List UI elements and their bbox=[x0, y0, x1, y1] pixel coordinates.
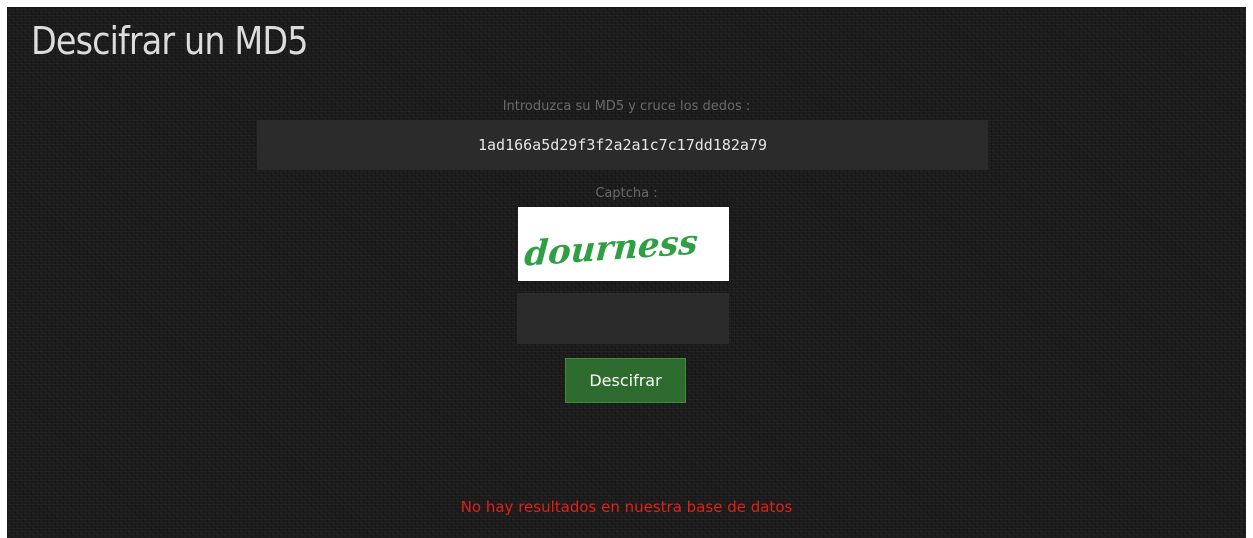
captcha-image: dourness bbox=[518, 207, 729, 281]
descifrar-button[interactable]: Descifrar bbox=[565, 358, 686, 403]
page-title: Descifrar un MD5 bbox=[31, 19, 309, 63]
captcha-input[interactable] bbox=[517, 293, 729, 344]
md5-input[interactable] bbox=[257, 120, 988, 170]
result-message: No hay resultados en nuestra base de dat… bbox=[460, 498, 793, 516]
captcha-label: Captcha : bbox=[595, 186, 658, 201]
captcha-graphic: dourness bbox=[523, 222, 699, 274]
captcha-text: dourness bbox=[523, 222, 699, 274]
md5-field-label: Introduzca su MD5 y cruce los dedos : bbox=[502, 99, 751, 114]
main-panel: Descifrar un MD5 Introduzca su MD5 y cru… bbox=[7, 7, 1246, 538]
